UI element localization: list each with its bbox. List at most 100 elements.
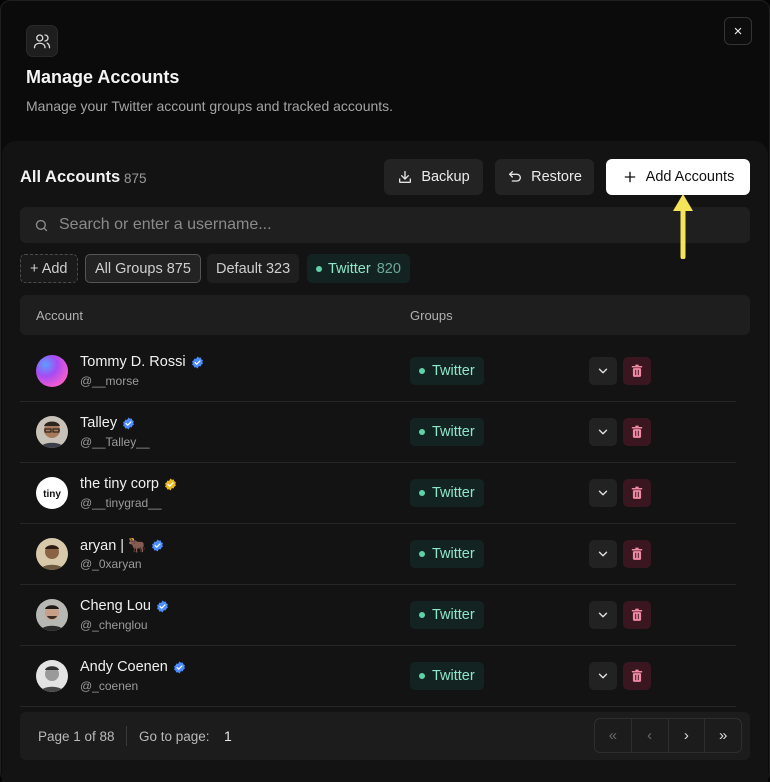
account-name: the tiny corp <box>80 476 159 492</box>
trash-icon <box>631 547 643 560</box>
table-row: Tommy D. Rossi @__morse Twitter <box>20 341 736 402</box>
delete-button[interactable] <box>623 601 651 629</box>
account-handle: @_chenglou <box>80 618 148 632</box>
account-name-wrap: Talley <box>80 415 135 431</box>
delete-button[interactable] <box>623 357 651 385</box>
group-tag[interactable]: Twitter <box>410 479 484 507</box>
table-row: Talley @__Talley__ Twitter <box>20 402 736 463</box>
chevron-left-icon: ‹ <box>647 727 653 744</box>
divider <box>126 726 127 746</box>
section-title: All Accounts <box>20 168 121 186</box>
backup-button[interactable]: Backup <box>384 159 483 195</box>
avatar <box>36 416 68 448</box>
restore-label: Restore <box>531 169 582 185</box>
double-chevron-right-icon: » <box>718 727 728 744</box>
page-info: Page 1 of 88 <box>38 729 115 744</box>
users-icon <box>26 25 58 57</box>
expand-button[interactable] <box>589 601 617 629</box>
status-dot-icon <box>419 368 425 374</box>
twitter-group-count: 820 <box>376 260 401 277</box>
search-icon <box>35 219 48 231</box>
group-tag[interactable]: Twitter <box>410 540 484 568</box>
add-group-chip[interactable]: + Add <box>20 254 78 283</box>
prev-page-button[interactable]: ‹ <box>632 719 669 752</box>
chevron-down-icon <box>598 429 608 435</box>
verified-badge-icon <box>165 478 176 490</box>
trash-icon <box>631 669 643 682</box>
verified-badge-icon <box>152 539 164 552</box>
chevron-right-icon: › <box>683 727 689 744</box>
account-handle: @_coenen <box>80 679 139 693</box>
group-tag[interactable]: Twitter <box>410 662 484 690</box>
add-accounts-label: Add Accounts <box>645 169 735 185</box>
trash-icon <box>631 425 643 438</box>
group-tag-label: Twitter <box>432 668 475 684</box>
avatar <box>36 538 68 570</box>
status-dot-icon <box>419 551 425 557</box>
delete-button[interactable] <box>623 540 651 568</box>
trash-icon <box>631 364 643 377</box>
table-row: aryan | 🐂 @_0xaryan Twitter <box>20 524 736 585</box>
next-page-button[interactable]: › <box>669 719 706 752</box>
goto-page-input[interactable] <box>218 724 278 748</box>
page-nav: « ‹ › » <box>594 718 742 753</box>
group-tag-label: Twitter <box>432 607 475 623</box>
avatar: tiny <box>36 477 68 509</box>
account-name-wrap: Cheng Lou <box>80 598 169 614</box>
plus-icon <box>624 171 635 183</box>
all-groups-count: 875 <box>166 260 191 277</box>
group-tag[interactable]: Twitter <box>410 357 484 385</box>
restore-button[interactable]: Restore <box>495 159 594 195</box>
last-page-button[interactable]: » <box>705 719 741 752</box>
twitter-group-chip[interactable]: Twitter 820 <box>307 254 410 283</box>
delete-button[interactable] <box>623 479 651 507</box>
delete-button[interactable] <box>623 662 651 690</box>
group-tag[interactable]: Twitter <box>410 601 484 629</box>
expand-button[interactable] <box>589 479 617 507</box>
section-count: 875 <box>124 171 147 186</box>
trash-icon <box>631 486 643 499</box>
chevron-down-icon <box>598 490 608 496</box>
status-dot-icon <box>419 490 425 496</box>
chevron-down-icon <box>598 673 608 679</box>
chevron-down-icon <box>598 368 608 374</box>
account-name: aryan | 🐂 <box>80 538 147 554</box>
search-bar <box>20 207 750 243</box>
expand-button[interactable] <box>589 662 617 690</box>
status-dot-icon <box>316 265 322 272</box>
group-tag-label: Twitter <box>432 363 475 379</box>
close-icon: × <box>733 22 743 40</box>
account-name-wrap: the tiny corp <box>80 476 177 492</box>
group-tag-label: Twitter <box>432 485 475 501</box>
delete-button[interactable] <box>623 418 651 446</box>
backup-label: Backup <box>421 169 470 185</box>
account-handle: @__tinygrad__ <box>80 496 162 510</box>
column-groups: Groups <box>410 308 453 323</box>
account-name: Talley <box>80 415 118 431</box>
trash-icon <box>631 608 643 621</box>
table-header: Account Groups <box>20 295 750 335</box>
default-group-chip[interactable]: Default 323 <box>207 254 300 283</box>
expand-button[interactable] <box>589 418 617 446</box>
account-name: Cheng Lou <box>80 598 151 614</box>
group-tag-label: Twitter <box>432 424 475 440</box>
expand-button[interactable] <box>589 540 617 568</box>
account-name: Andy Coenen <box>80 659 168 675</box>
search-input[interactable] <box>59 216 699 234</box>
all-groups-chip[interactable]: All Groups 875 <box>85 254 201 283</box>
group-tag[interactable]: Twitter <box>410 418 484 446</box>
status-dot-icon <box>419 612 425 618</box>
avatar <box>36 355 68 387</box>
default-group-label: Default <box>216 260 262 277</box>
table-row: Cheng Lou @_chenglou Twitter <box>20 585 736 646</box>
verified-badge-icon <box>123 417 134 429</box>
dialog-title: Manage Accounts <box>26 67 180 87</box>
expand-button[interactable] <box>589 357 617 385</box>
close-button[interactable]: × <box>724 17 752 45</box>
all-groups-label: All Groups <box>95 260 163 277</box>
first-page-button[interactable]: « <box>595 719 632 752</box>
avatar <box>36 660 68 692</box>
account-handle: @__Talley__ <box>80 435 150 449</box>
table-row: tiny the tiny corp @__tinygrad__ Twitter <box>20 463 736 524</box>
avatar <box>36 599 68 631</box>
